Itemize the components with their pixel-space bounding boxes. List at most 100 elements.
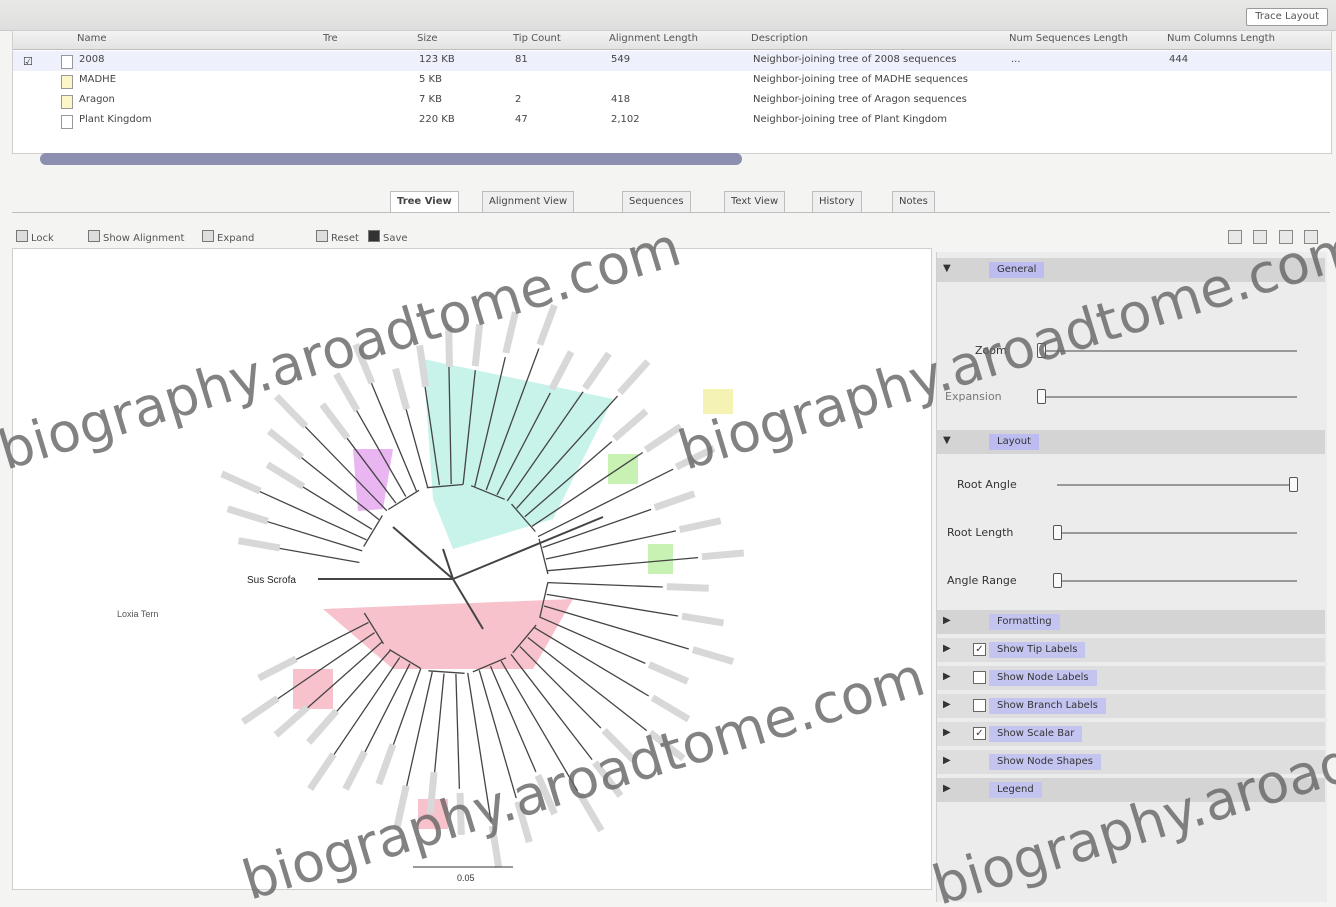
expansion-label: Expansion xyxy=(945,390,1002,403)
angle-range-slider-knob[interactable] xyxy=(1053,573,1062,588)
tip-label xyxy=(240,695,280,725)
root-angle-slider[interactable] xyxy=(1057,484,1297,486)
zoom-in-icon[interactable] xyxy=(1227,230,1242,244)
clade-highlight-magenta xyxy=(353,449,393,511)
section-general-label: General xyxy=(989,262,1045,278)
tree-branch xyxy=(519,645,602,729)
lock-button[interactable]: Lock xyxy=(16,230,54,244)
tip-label xyxy=(536,304,558,346)
table-header: Name Tre Size Tip Count Alignment Length… xyxy=(13,31,1331,50)
table-row[interactable]: MADHE 5 KB Neighbor-joining tree of MADH… xyxy=(13,71,1331,91)
zoom-out-icon[interactable] xyxy=(1253,230,1267,244)
option-legend[interactable]: ▶ Legend xyxy=(937,778,1325,802)
tip-label-left: Loxia Tern xyxy=(117,609,158,619)
root-angle-slider-knob[interactable] xyxy=(1289,477,1298,492)
option-show-scale-bar[interactable]: ▶ ✓ Show Scale Bar xyxy=(937,722,1325,746)
expand-triangle-icon: ▶ xyxy=(943,783,951,794)
tree-branch xyxy=(467,672,492,823)
section-layout[interactable]: ▼ Layout xyxy=(937,430,1325,454)
section-general[interactable]: ▼ General xyxy=(937,258,1325,282)
show-tip-labels-checkbox[interactable]: ✓ xyxy=(973,643,986,656)
tree-branch xyxy=(547,556,699,572)
collapse-triangle-icon: ▼ xyxy=(943,435,951,446)
tab-alignment-view[interactable]: Alignment View xyxy=(482,191,575,213)
row-size: 220 KB xyxy=(419,114,455,125)
col-length[interactable]: Alignment Length xyxy=(609,33,698,44)
tip-label xyxy=(319,402,351,441)
row-tips: 2 xyxy=(515,94,522,105)
tab-history[interactable]: History xyxy=(812,191,862,213)
row-description: Neighbor-joining tree of MADHE sequences xyxy=(753,74,968,85)
tree-branch xyxy=(455,673,461,789)
lock-label: Lock xyxy=(31,233,54,244)
expansion-slider-knob[interactable] xyxy=(1037,389,1046,404)
col-size[interactable]: Size xyxy=(417,33,438,44)
tip-label xyxy=(471,324,484,367)
show-branch-labels-checkbox[interactable] xyxy=(973,699,986,712)
clade-highlight-red xyxy=(323,599,573,669)
tab-sequences[interactable]: Sequences xyxy=(622,191,691,213)
expand-button[interactable]: Expand xyxy=(202,230,254,244)
show-scale-bar-label: Show Scale Bar xyxy=(989,726,1083,742)
col-tips[interactable]: Tip Count xyxy=(513,33,561,44)
tab-text-view[interactable]: Text View xyxy=(724,191,786,213)
option-node-shapes[interactable]: ▶ Show Node Shapes xyxy=(937,750,1325,774)
col-num-seq[interactable]: Num Sequences Length xyxy=(1009,33,1128,44)
tip-label xyxy=(534,773,558,816)
show-scale-bar-checkbox[interactable]: ✓ xyxy=(973,727,986,740)
row-size: 123 KB xyxy=(419,54,455,65)
option-show-branch-labels[interactable]: ▶ Show Branch Labels xyxy=(937,694,1325,718)
phylogenetic-tree: Sus Scrofa Loxia Tern 0.05 xyxy=(117,304,745,883)
trace-layout-button[interactable]: Trace Layout xyxy=(1246,8,1328,26)
tip-label xyxy=(601,728,637,763)
col-type[interactable]: Tre xyxy=(323,33,338,44)
tab-notes[interactable]: Notes xyxy=(892,191,935,213)
tree-canvas[interactable]: Sus Scrofa Loxia Tern 0.05 xyxy=(12,248,932,890)
row-size: 7 KB xyxy=(419,94,442,105)
tab-divider xyxy=(12,212,1330,213)
tip-label xyxy=(592,760,624,798)
tip-label xyxy=(678,517,722,534)
expansion-slider[interactable] xyxy=(1037,396,1297,398)
tree-doc-icon xyxy=(61,115,73,129)
root-length-label: Root Length xyxy=(947,526,1014,539)
show-alignment-button[interactable]: Show Alignment xyxy=(88,230,184,244)
table-row[interactable]: Aragon 7 KB 2 418 Neighbor-joining tree … xyxy=(13,91,1331,111)
scale-bar-label: 0.05 xyxy=(457,873,475,883)
col-description[interactable]: Description xyxy=(751,33,808,44)
option-show-tip-labels[interactable]: ▶ ✓ Show Tip Labels xyxy=(937,638,1325,662)
tip-label xyxy=(577,792,605,833)
show-node-labels-checkbox[interactable] xyxy=(973,671,986,684)
tab-tree-view[interactable]: Tree View xyxy=(390,191,459,213)
zoom-slider-knob[interactable] xyxy=(1037,343,1046,358)
table-row[interactable]: Plant Kingdom 220 KB 47 2,102 Neighbor-j… xyxy=(13,111,1331,131)
fit-icon[interactable] xyxy=(1278,230,1293,244)
row-length: 549 xyxy=(611,54,631,65)
root-length-slider-knob[interactable] xyxy=(1053,525,1062,540)
horizontal-scrollbar[interactable] xyxy=(40,153,742,165)
section-layout-label: Layout xyxy=(989,434,1039,450)
row-num-seq: ... xyxy=(1011,54,1021,65)
tip-label xyxy=(306,708,340,745)
tip-label xyxy=(514,800,533,844)
save-button[interactable]: Save xyxy=(368,230,408,244)
expand-triangle-icon: ▶ xyxy=(943,671,951,682)
col-name[interactable]: Name xyxy=(77,33,107,44)
section-formatting[interactable]: ▶ Formatting xyxy=(937,610,1325,634)
table-row[interactable]: ☑ 2008 123 KB 81 549 Neighbor-joining tr… xyxy=(13,51,1331,71)
reset-button[interactable]: Reset xyxy=(316,230,359,244)
settings-icon[interactable] xyxy=(1304,230,1318,244)
tip-label xyxy=(375,743,397,786)
angle-range-slider[interactable] xyxy=(1053,580,1297,582)
option-show-node-labels[interactable]: ▶ Show Node Labels xyxy=(937,666,1325,690)
root-length-slider[interactable] xyxy=(1053,532,1297,534)
zoom-slider[interactable] xyxy=(1037,350,1297,352)
tip-label xyxy=(612,408,649,442)
reset-icon xyxy=(316,230,328,242)
tip-label xyxy=(266,428,305,461)
row-checkbox[interactable]: ☑ xyxy=(23,55,33,68)
node-shapes-label: Show Node Shapes xyxy=(989,754,1101,770)
expand-triangle-icon: ▶ xyxy=(943,643,951,654)
col-num-cols[interactable]: Num Columns Length xyxy=(1167,33,1275,44)
row-size: 5 KB xyxy=(419,74,442,85)
